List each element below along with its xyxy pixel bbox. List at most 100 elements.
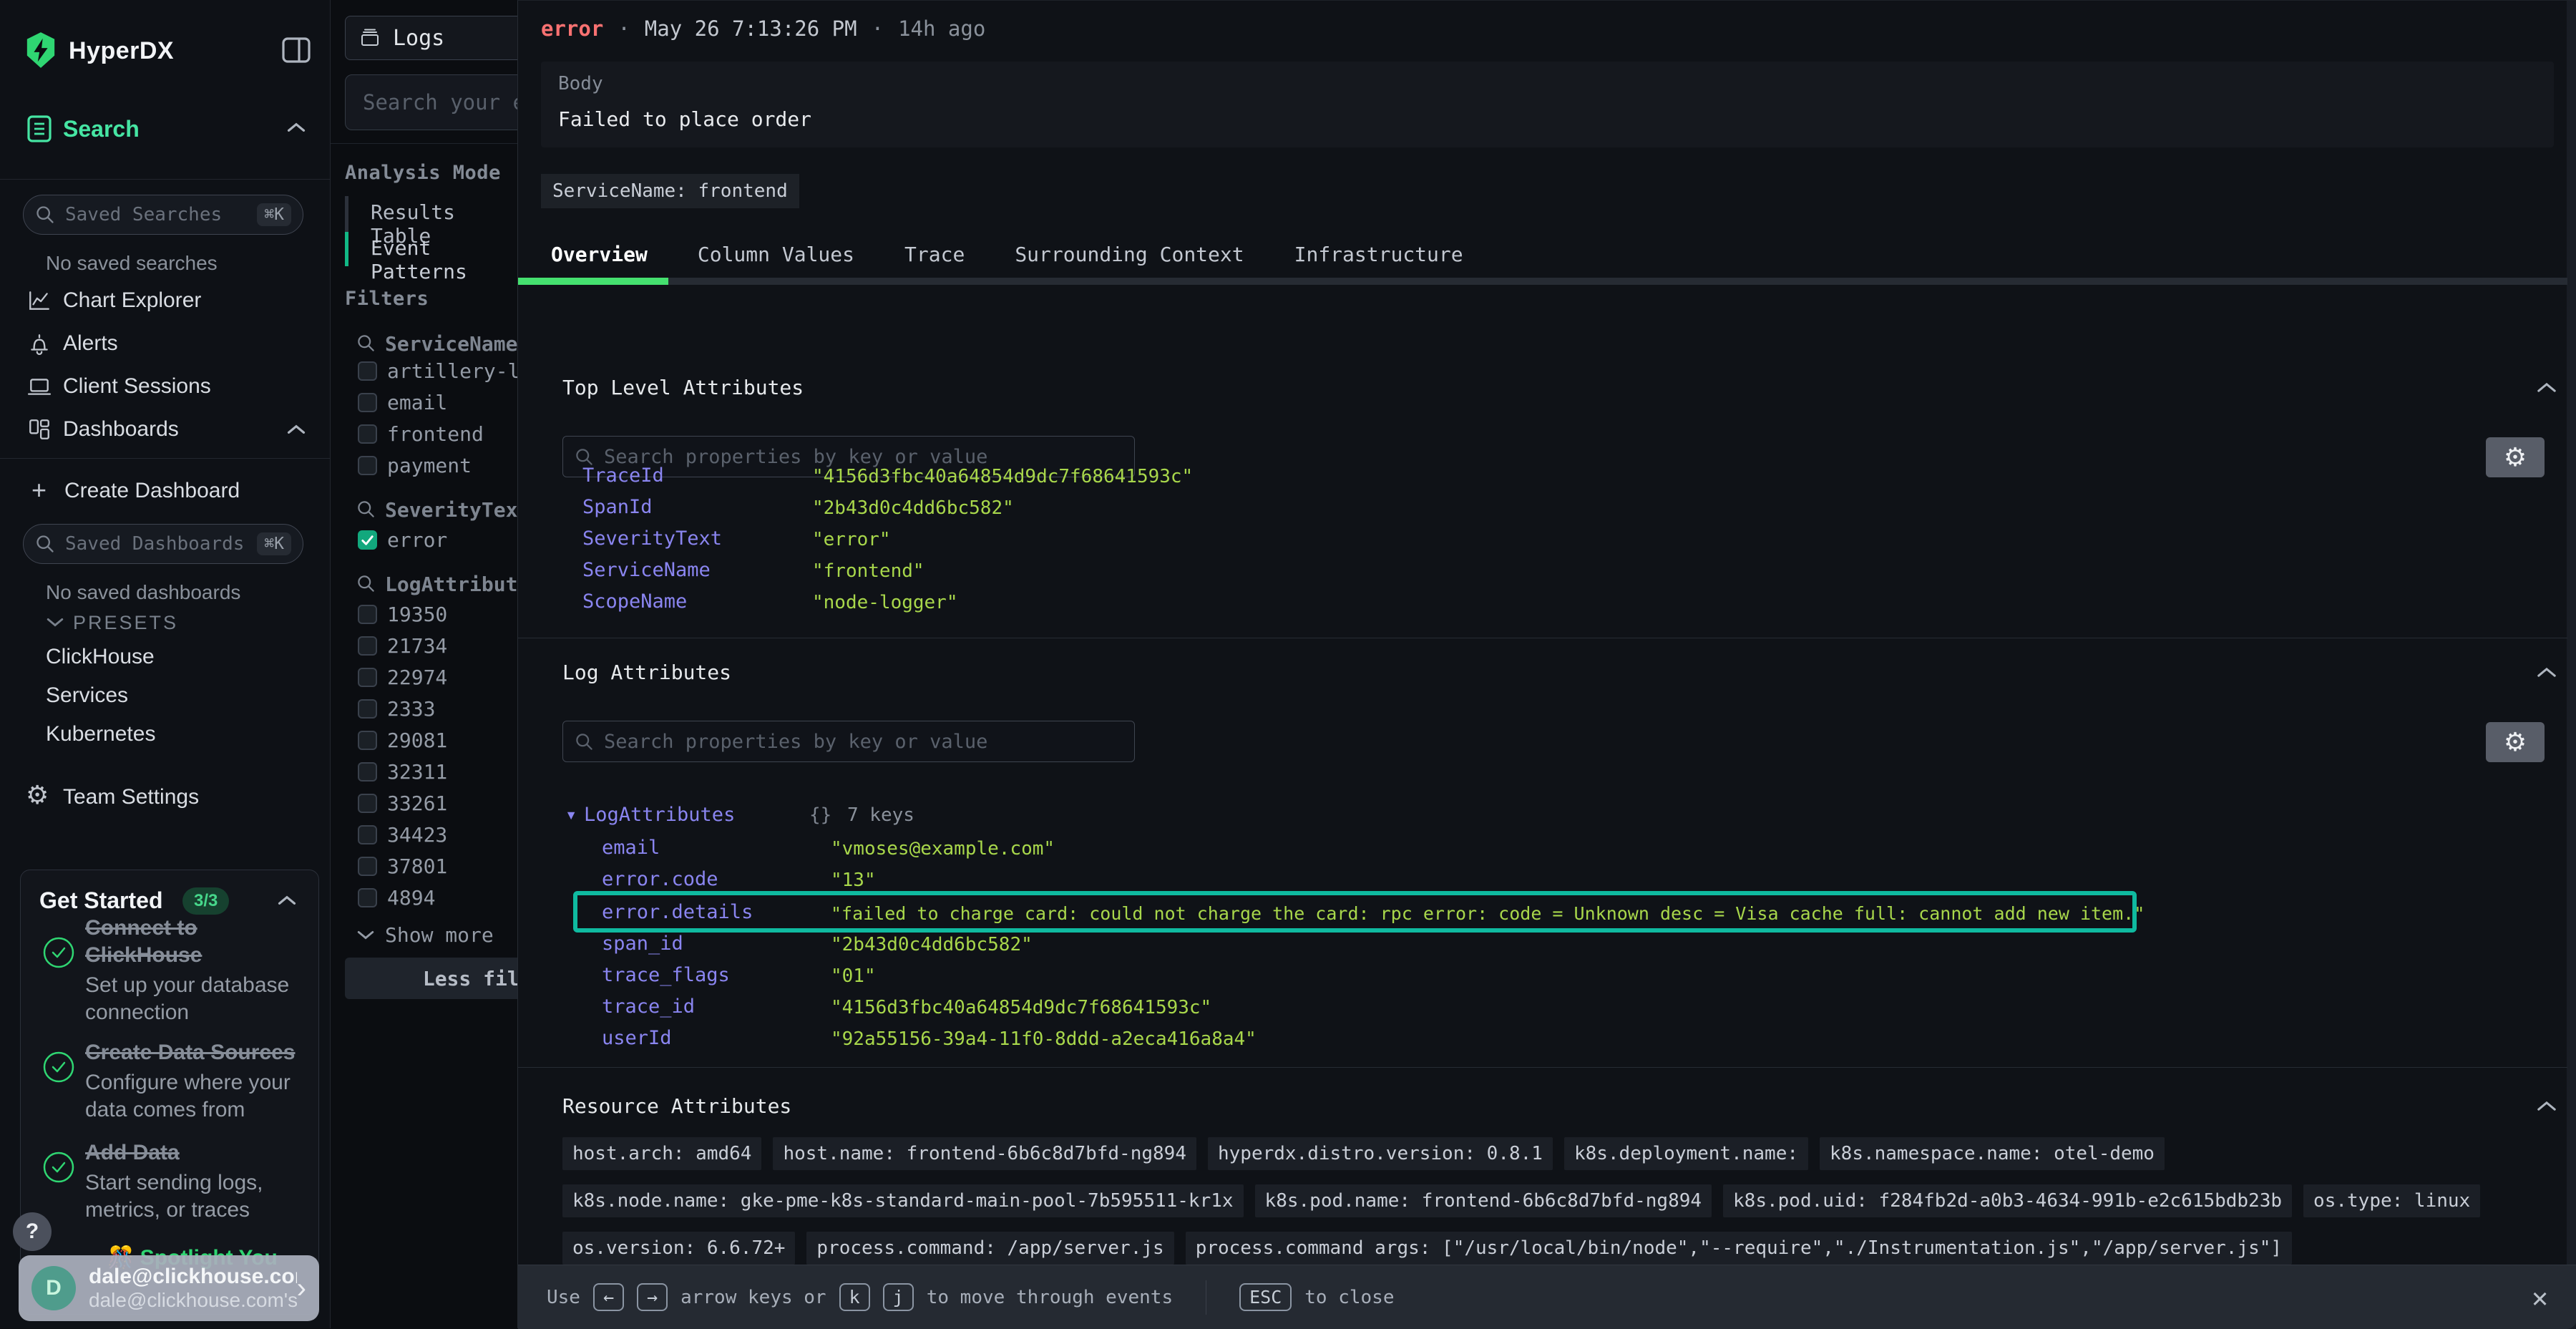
attr-value[interactable]: "node-logger"	[812, 591, 958, 614]
chevron-up-icon[interactable]	[286, 424, 306, 435]
attr-value[interactable]: "frontend"	[812, 560, 924, 583]
close-icon[interactable]: ✕	[2532, 1282, 2548, 1313]
attr-key[interactable]: ServiceName	[582, 559, 711, 582]
event-search-input[interactable]: Search your ev	[345, 74, 517, 130]
log-attributes-root-key[interactable]: LogAttributes	[584, 804, 735, 827]
checkbox[interactable]	[358, 424, 377, 444]
resource-tag[interactable]: os.type: linux	[2303, 1184, 2480, 1217]
create-dashboard-button[interactable]: + Create Dashboard	[0, 471, 331, 511]
resource-tag[interactable]: k8s.node.name: gke-pme-k8s-standard-main…	[562, 1184, 1244, 1217]
resource-tag[interactable]: host.name: frontend-6b6c8d7bfd-ng894	[773, 1137, 1196, 1170]
preset-item-services[interactable]: Services	[0, 677, 331, 714]
sidebar-item-dashboards[interactable]: Dashboards	[0, 409, 331, 449]
resource-tag[interactable]: k8s.deployment.name:	[1564, 1137, 1808, 1170]
checkbox-checked[interactable]	[358, 530, 377, 550]
checkbox[interactable]	[358, 605, 377, 624]
checkbox[interactable]	[358, 794, 377, 813]
sidebar-item-team-settings[interactable]: ⚙ Team Settings	[0, 777, 331, 817]
checkbox[interactable]	[358, 857, 377, 876]
attr-value-error-details[interactable]: "failed to charge card: could not charge…	[831, 902, 2145, 925]
filter-option[interactable]: email	[358, 391, 447, 414]
help-button[interactable]: ?	[13, 1212, 52, 1251]
checkbox[interactable]	[358, 699, 377, 719]
filter-option[interactable]: payment	[358, 454, 472, 477]
attr-key[interactable]: email	[602, 837, 660, 860]
resource-tag[interactable]: hyperdx.distro.version: 0.8.1	[1208, 1137, 1553, 1170]
filter-option[interactable]: 29081	[358, 729, 447, 752]
tab-infrastructure[interactable]: Infrastructure	[1294, 243, 1463, 266]
checkbox[interactable]	[358, 393, 377, 412]
attr-key[interactable]: userId	[602, 1027, 672, 1050]
filter-option[interactable]: 37801	[358, 855, 447, 878]
tab-surrounding-context[interactable]: Surrounding Context	[1015, 243, 1244, 266]
attr-value[interactable]: "4156d3fbc40a64854d9dc7f68641593c"	[831, 996, 1211, 1019]
checkbox[interactable]	[358, 361, 377, 381]
presets-toggle[interactable]: PRESETS	[0, 607, 331, 638]
attr-key[interactable]: TraceId	[582, 464, 664, 487]
sidebar-item-chart-explorer[interactable]: Chart Explorer	[0, 281, 331, 321]
sidebar-item-search[interactable]: Search	[0, 109, 331, 149]
resource-tag[interactable]: process.command: /app/server.js	[806, 1232, 1174, 1265]
checkbox[interactable]	[358, 825, 377, 844]
attr-key[interactable]: trace_flags	[602, 964, 730, 987]
resource-tag[interactable]: k8s.namespace.name: otel-demo	[1820, 1137, 2165, 1170]
attr-key[interactable]: trace_id	[602, 995, 695, 1018]
settings-gear-button[interactable]: ⚙	[2486, 437, 2545, 477]
filter-option[interactable]: artillery-loa	[358, 359, 517, 383]
preset-item-clickhouse[interactable]: ClickHouse	[0, 638, 331, 676]
attr-value[interactable]: "4156d3fbc40a64854d9dc7f68641593c"	[812, 465, 1193, 488]
attr-value[interactable]: "13"	[831, 869, 876, 892]
attr-value[interactable]: "vmoses@example.com"	[831, 837, 1055, 860]
tree-twisty[interactable]: ▾	[565, 804, 577, 827]
tab-overview[interactable]: Overview	[551, 243, 648, 266]
attr-value[interactable]: "error"	[812, 528, 891, 551]
sidebar-collapse-icon[interactable]	[282, 37, 311, 63]
saved-searches-input[interactable]: Saved Searches ⌘K	[23, 195, 303, 235]
filter-option[interactable]: 32311	[358, 760, 447, 784]
attr-value[interactable]: "01"	[831, 965, 876, 988]
filter-option[interactable]: frontend	[358, 422, 484, 446]
source-select[interactable]: Logs	[345, 16, 517, 60]
filter-option[interactable]: 33261	[358, 792, 447, 815]
tab-column-values[interactable]: Column Values	[698, 243, 854, 266]
filter-option[interactable]: 19350	[358, 603, 447, 626]
chevron-up-icon[interactable]	[2536, 381, 2557, 394]
chevron-up-icon[interactable]	[2536, 666, 2557, 678]
attr-key[interactable]: SpanId	[582, 496, 653, 519]
chevron-up-icon[interactable]	[286, 122, 306, 133]
attr-key[interactable]: error.code	[602, 868, 718, 891]
checkbox[interactable]	[358, 636, 377, 656]
service-tag[interactable]: ServiceName: frontend	[541, 174, 799, 208]
filter-option[interactable]: 4894	[358, 886, 435, 910]
user-menu[interactable]: D dale@clickhouse.com dale@clickhouse.co…	[19, 1255, 319, 1321]
sidebar-item-client-sessions[interactable]: Client Sessions	[0, 366, 331, 407]
less-filters-button[interactable]: Less filters	[345, 958, 517, 999]
filter-option[interactable]: 22974	[358, 666, 447, 689]
filter-group-servicename[interactable]: ServiceName	[385, 332, 517, 356]
checkbox[interactable]	[358, 762, 377, 782]
checkbox[interactable]	[358, 456, 377, 475]
checkbox[interactable]	[358, 668, 377, 687]
checkbox[interactable]	[358, 731, 377, 750]
filter-option[interactable]: 34423	[358, 823, 447, 847]
show-more-button[interactable]: Show more	[356, 923, 494, 947]
tab-trace[interactable]: Trace	[904, 243, 965, 266]
chevron-up-icon[interactable]	[277, 895, 297, 906]
resource-tag[interactable]: k8s.pod.name: frontend-6b6c8d7bfd-ng894	[1255, 1184, 1712, 1217]
sidebar-item-alerts[interactable]: Alerts	[0, 323, 331, 364]
attr-key[interactable]: ScopeName	[582, 590, 687, 613]
filter-group-severitytext[interactable]: SeverityText	[385, 498, 517, 522]
attr-key[interactable]: SeverityText	[582, 527, 722, 550]
scrollbar-track[interactable]	[2567, 1, 2576, 1329]
settings-gear-button[interactable]: ⚙	[2486, 722, 2545, 762]
filter-option[interactable]: 2333	[358, 697, 435, 721]
resource-tag[interactable]: host.arch: amd64	[562, 1137, 761, 1170]
saved-dashboards-input[interactable]: Saved Dashboards ⌘K	[23, 524, 303, 564]
filter-option[interactable]: error	[358, 528, 447, 552]
resource-tag[interactable]: k8s.pod.uid: f284fb2d-a0b3-4634-991b-e2c…	[1723, 1184, 2292, 1217]
attr-key-error-details[interactable]: error.details	[602, 901, 753, 924]
filter-group-logattributes[interactable]: LogAttributes	[385, 573, 517, 596]
resource-tag[interactable]: process.command args: ["/usr/local/bin/n…	[1186, 1232, 2292, 1265]
filter-option[interactable]: 21734	[358, 634, 447, 658]
log-attrs-search-input[interactable]: Search properties by key or value	[562, 721, 1135, 762]
